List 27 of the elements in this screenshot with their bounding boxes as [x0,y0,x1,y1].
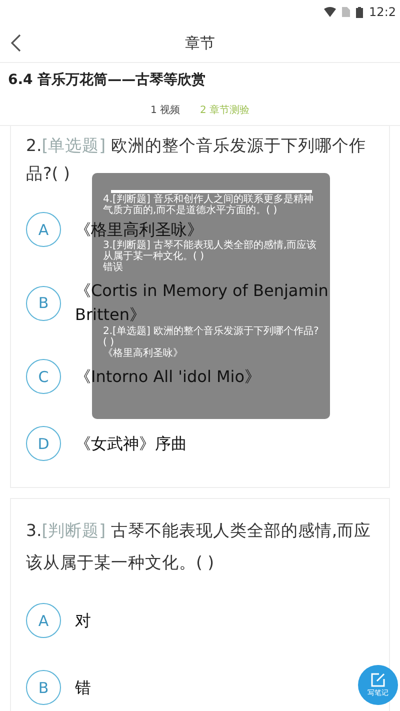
sim-icon [342,7,350,17]
wifi-icon [324,7,336,17]
option-letter[interactable]: A [26,212,61,247]
history-answer: 错误 [103,262,124,273]
option-text[interactable]: 错 [75,676,91,700]
option-letter[interactable]: B [26,286,61,320]
tab[interactable]: 2 章节测验 [198,101,252,119]
battery-icon [356,6,364,18]
edit-icon [370,672,386,688]
section-title: 6.4 音乐万花筒——古琴等欣赏 [7,70,207,90]
page-title: 章节 [185,34,215,52]
back-icon[interactable] [10,34,22,52]
history-answer: 《格里高利圣咏》 [103,348,184,359]
option-text[interactable]: 对 [75,608,91,632]
question-text: 3.[判断题] 古琴不能表现人类全部的感情,而应该从属于某一种文化。( ) [26,520,372,574]
history-question: 4.[判断题] 音乐和创作人之间的联系更多是精神气质方面的,而不是道德水平方面的。( ) [103,194,315,216]
option-text[interactable]: 《女武神》序曲 [75,432,187,456]
option-letter[interactable]: C [26,359,61,394]
option-letter[interactable]: B [26,670,61,705]
history-question: 3.[判断题] 古琴不能表现人类全部的感情,而应该从属于某一种文化。( ) [103,240,318,262]
history-question: 2.[单选题] 欧洲的整个音乐发源于下列哪个作品?( ) [103,326,320,348]
status-time: 12:2 [369,5,396,19]
tab[interactable]: 1 视频 [148,101,182,119]
option-text[interactable]: 《Intorno All 'idol Mio》 [75,364,261,388]
option-letter[interactable]: A [26,603,61,638]
option-letter[interactable]: D [26,426,61,461]
question-text: 2.[单选题] 欧洲的整个音乐发源于下列哪个作品?( ) [26,135,367,185]
